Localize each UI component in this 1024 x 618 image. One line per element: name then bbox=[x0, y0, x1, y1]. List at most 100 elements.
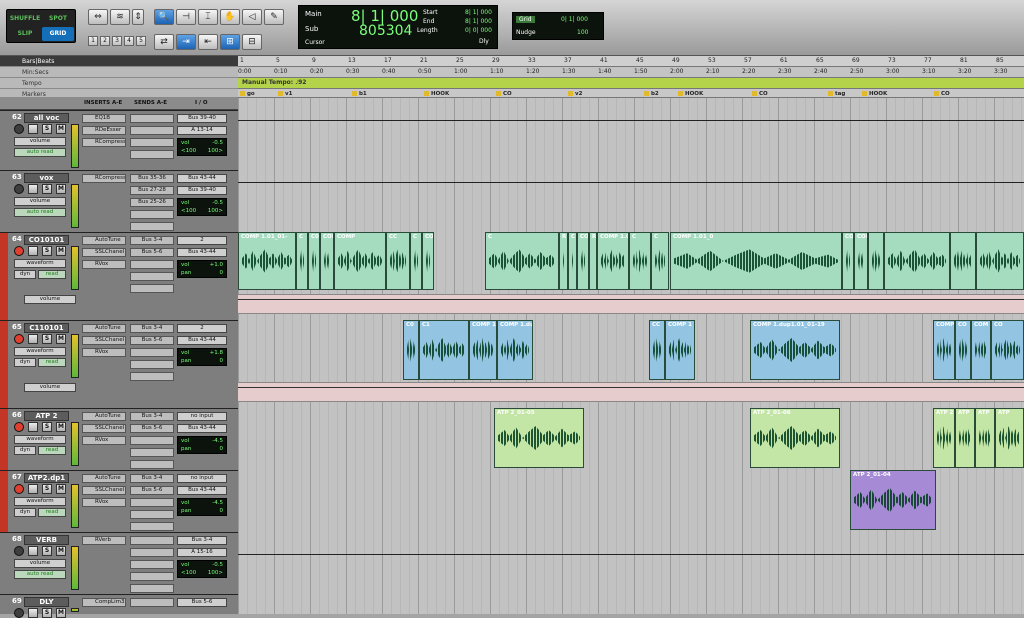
audio-clip[interactable]: ATP 2_01-04 bbox=[850, 470, 936, 530]
input-monitor-button[interactable] bbox=[28, 246, 38, 256]
markers-ruler[interactable]: go v1 b1 HOOK CO v2 b2 HOOK CO tag HOOK CO bbox=[238, 89, 1024, 98]
send-slot[interactable] bbox=[130, 150, 174, 159]
send-slot[interactable]: Bus 3-4 bbox=[130, 474, 174, 483]
track-name[interactable]: vox bbox=[24, 173, 69, 183]
audio-clip[interactable]: C bbox=[651, 232, 669, 290]
mute-button[interactable]: M bbox=[56, 246, 66, 256]
insertion-follows-icon[interactable]: ⊟ bbox=[242, 34, 262, 50]
input-selector[interactable]: no input bbox=[177, 474, 227, 483]
audio-clip[interactable]: COMP 1.01_0 bbox=[670, 232, 842, 290]
shuffle-mode-button[interactable]: SHUFFLE bbox=[9, 12, 41, 26]
input-selector[interactable]: 2 bbox=[177, 324, 227, 333]
zoom-preset-4[interactable]: 4 bbox=[124, 36, 134, 46]
audio-clip[interactable]: COMP bbox=[933, 320, 955, 380]
insert-slot[interactable]: AutoTune bbox=[82, 474, 126, 483]
input-monitor-button[interactable] bbox=[28, 334, 38, 344]
send-slot[interactable]: Bus 5-6 bbox=[130, 486, 174, 495]
solo-button[interactable]: S bbox=[42, 184, 52, 194]
output-selector[interactable]: A 13-14 bbox=[177, 126, 227, 135]
marker[interactable]: HOOK bbox=[678, 89, 703, 97]
zoom-preset-1[interactable]: 1 bbox=[88, 36, 98, 46]
audio-clip[interactable]: R1 bbox=[589, 232, 597, 290]
audio-clip[interactable]: C bbox=[410, 232, 422, 290]
audio-clip[interactable]: CO bbox=[955, 320, 971, 380]
track-name[interactable]: all voc bbox=[24, 113, 69, 123]
link-track-icon[interactable]: ⊞ bbox=[220, 34, 240, 50]
send-slot[interactable] bbox=[130, 598, 174, 607]
send-slot[interactable] bbox=[130, 348, 174, 357]
automation-mode-selector[interactable]: auto read bbox=[14, 570, 66, 579]
send-slot[interactable]: Bus 35-36 bbox=[130, 174, 174, 183]
track-name[interactable]: ATP2.dp1 bbox=[24, 473, 69, 483]
view-selector[interactable]: waveform bbox=[14, 435, 66, 444]
marker[interactable]: v2 bbox=[568, 89, 582, 97]
minsecs-ruler[interactable]: 0:00 0:10 0:20 0:30 0:40 0:50 1:00 1:10 1:20 1:30… bbox=[238, 67, 1024, 78]
record-button[interactable] bbox=[14, 246, 24, 256]
marker[interactable]: CO bbox=[934, 89, 950, 97]
view-selector[interactable]: volume bbox=[14, 559, 66, 568]
insert-slot[interactable]: SSLChanel bbox=[82, 248, 126, 257]
send-slot[interactable]: Bus 3-4 bbox=[130, 412, 174, 421]
input-monitor-button[interactable] bbox=[28, 422, 38, 432]
send-slot[interactable]: Bus 27-28 bbox=[130, 186, 174, 195]
solo-button[interactable]: S bbox=[42, 546, 52, 556]
audio-clip[interactable]: COMP 1.01_0 bbox=[320, 232, 334, 290]
input-selector[interactable]: Bus 3-4 bbox=[177, 536, 227, 545]
send-slot[interactable] bbox=[130, 584, 174, 593]
audio-clip[interactable]: COM bbox=[971, 320, 991, 380]
volume-pan-display[interactable]: vol +1.8 pan 0 bbox=[177, 348, 227, 366]
volume-pan-display[interactable]: vol -0.5 <100 100> bbox=[177, 198, 227, 216]
audio-clip[interactable]: CC bbox=[386, 232, 410, 290]
output-selector[interactable]: Bus 43-44 bbox=[177, 486, 227, 495]
send-slot[interactable]: Bus 3-4 bbox=[130, 324, 174, 333]
send-slot[interactable]: Bus 5-6 bbox=[130, 248, 174, 257]
automation-lane[interactable] bbox=[238, 382, 1024, 402]
tab-to-transient-icon[interactable]: ⇥ bbox=[176, 34, 196, 50]
solo-button[interactable]: S bbox=[42, 422, 52, 432]
send-slot[interactable] bbox=[130, 522, 174, 531]
dyn-selector[interactable]: dyn bbox=[14, 358, 36, 367]
record-button[interactable] bbox=[14, 184, 24, 194]
send-slot[interactable] bbox=[130, 572, 174, 581]
automation-mode-selector[interactable]: read bbox=[38, 446, 66, 455]
volume-pan-display[interactable]: vol -0.5 <100 100> bbox=[177, 560, 227, 578]
audio-clip[interactable]: C0 bbox=[308, 232, 320, 290]
volume-pan-display[interactable]: vol -0.5 <100 100> bbox=[177, 138, 227, 156]
automation-mode-selector[interactable]: read bbox=[38, 508, 66, 517]
zoom-waveform-icon[interactable]: ≋ bbox=[110, 9, 130, 25]
insert-slot[interactable]: AutoTune bbox=[82, 324, 126, 333]
audio-clip[interactable]: ATP bbox=[975, 408, 995, 468]
main-counter[interactable]: Main 8| 1| 000 Sub 805304 Cursor Start 8… bbox=[298, 5, 498, 49]
mute-button[interactable]: M bbox=[56, 546, 66, 556]
audio-clip[interactable]: C bbox=[485, 232, 559, 290]
bars-ruler[interactable]: 1 5 9 13 17 21 25 29 33 37 41 45 49 53 57 61 65 69 73 77 81 8… bbox=[238, 56, 1024, 67]
spot-mode-button[interactable]: SPOT bbox=[42, 12, 74, 26]
view-selector[interactable]: volume bbox=[14, 197, 66, 206]
markers-ruler-label[interactable]: Markers bbox=[0, 89, 238, 98]
tempo-ruler[interactable]: Manual Tempo: ♩92 bbox=[238, 78, 1024, 89]
tempo-ruler-label[interactable]: Tempo bbox=[0, 78, 238, 89]
mute-button[interactable]: M bbox=[56, 124, 66, 134]
zoom-preset-5[interactable]: 5 bbox=[136, 36, 146, 46]
mute-button[interactable]: M bbox=[56, 184, 66, 194]
track-name[interactable]: CO10101 bbox=[24, 235, 69, 245]
input-monitor-button[interactable] bbox=[28, 608, 38, 618]
insert-slot[interactable]: RVox bbox=[82, 498, 126, 507]
mute-button[interactable]: M bbox=[56, 422, 66, 432]
bars-beats-ruler-label[interactable]: Bars|Beats bbox=[0, 56, 238, 67]
slip-mode-button[interactable]: SLIP bbox=[9, 27, 41, 41]
output-selector[interactable]: Bus 43-44 bbox=[177, 424, 227, 433]
audio-clip[interactable]: CO bbox=[991, 320, 1024, 380]
audio-clip[interactable]: COMP 1.01_01-35 bbox=[597, 232, 629, 290]
input-selector[interactable]: Bus 43-44 bbox=[177, 174, 227, 183]
zoom-vertical-icon[interactable]: ⇕ bbox=[132, 9, 144, 25]
automation-lane-selector[interactable]: volume bbox=[24, 383, 76, 392]
mute-button[interactable]: M bbox=[56, 484, 66, 494]
audio-clip[interactable]: ATP 2 bbox=[933, 408, 955, 468]
audio-clip[interactable]: ATP 2_01-06 bbox=[750, 408, 840, 468]
record-button[interactable] bbox=[14, 484, 24, 494]
send-slot[interactable] bbox=[130, 272, 174, 281]
marker[interactable]: CO bbox=[496, 89, 512, 97]
input-monitor-button[interactable] bbox=[28, 484, 38, 494]
insert-slot[interactable]: AutoTune bbox=[82, 236, 126, 245]
